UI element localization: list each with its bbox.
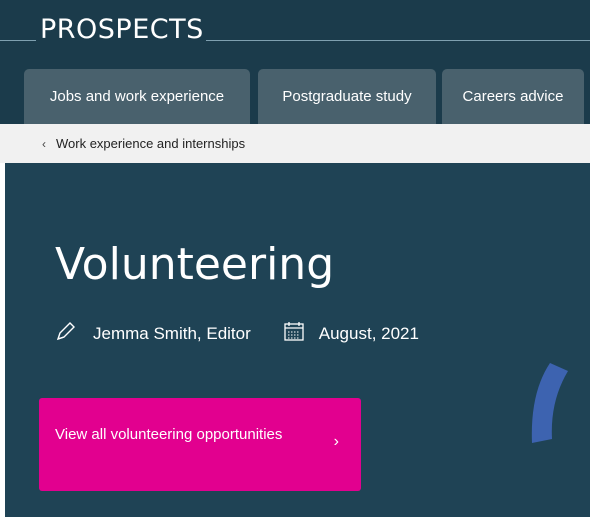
view-all-volunteering-button[interactable]: View all volunteering opportunities ›: [39, 398, 361, 491]
breadcrumb-label: Work experience and internships: [56, 136, 246, 151]
logo-rule-left: [0, 40, 36, 41]
chevron-right-icon: ›: [333, 433, 339, 450]
cta-label: View all volunteering opportunities: [55, 426, 283, 443]
tab-postgraduate-study[interactable]: Postgraduate study: [258, 69, 436, 124]
prospects-logo[interactable]: PROSPECTS: [40, 14, 204, 45]
breadcrumb: ‹ Work experience and internships: [0, 124, 590, 163]
chevron-left-icon: ‹: [42, 136, 46, 151]
hero-left-edge: [0, 163, 5, 517]
decorative-arc: [531, 363, 568, 443]
tab-jobs-and-work-experience[interactable]: Jobs and work experience: [24, 69, 250, 124]
page-title: Volunteering: [55, 239, 335, 290]
tab-careers-advice[interactable]: Careers advice: [442, 69, 584, 124]
breadcrumb-link[interactable]: ‹ Work experience and internships: [42, 136, 245, 151]
article-meta: Jemma Smith, Editor August, 2021: [55, 320, 419, 347]
site-header: PROSPECTS Jobs and work experience Postg…: [0, 0, 590, 124]
author-name: Jemma Smith, Editor: [93, 323, 251, 343]
hero-banner: Volunteering Jemma Smith, Editor August,…: [0, 163, 590, 517]
pencil-icon: [55, 320, 77, 347]
publish-date: August, 2021: [318, 323, 419, 343]
logo-rule-right: [206, 40, 590, 41]
calendar-icon: [283, 320, 305, 347]
